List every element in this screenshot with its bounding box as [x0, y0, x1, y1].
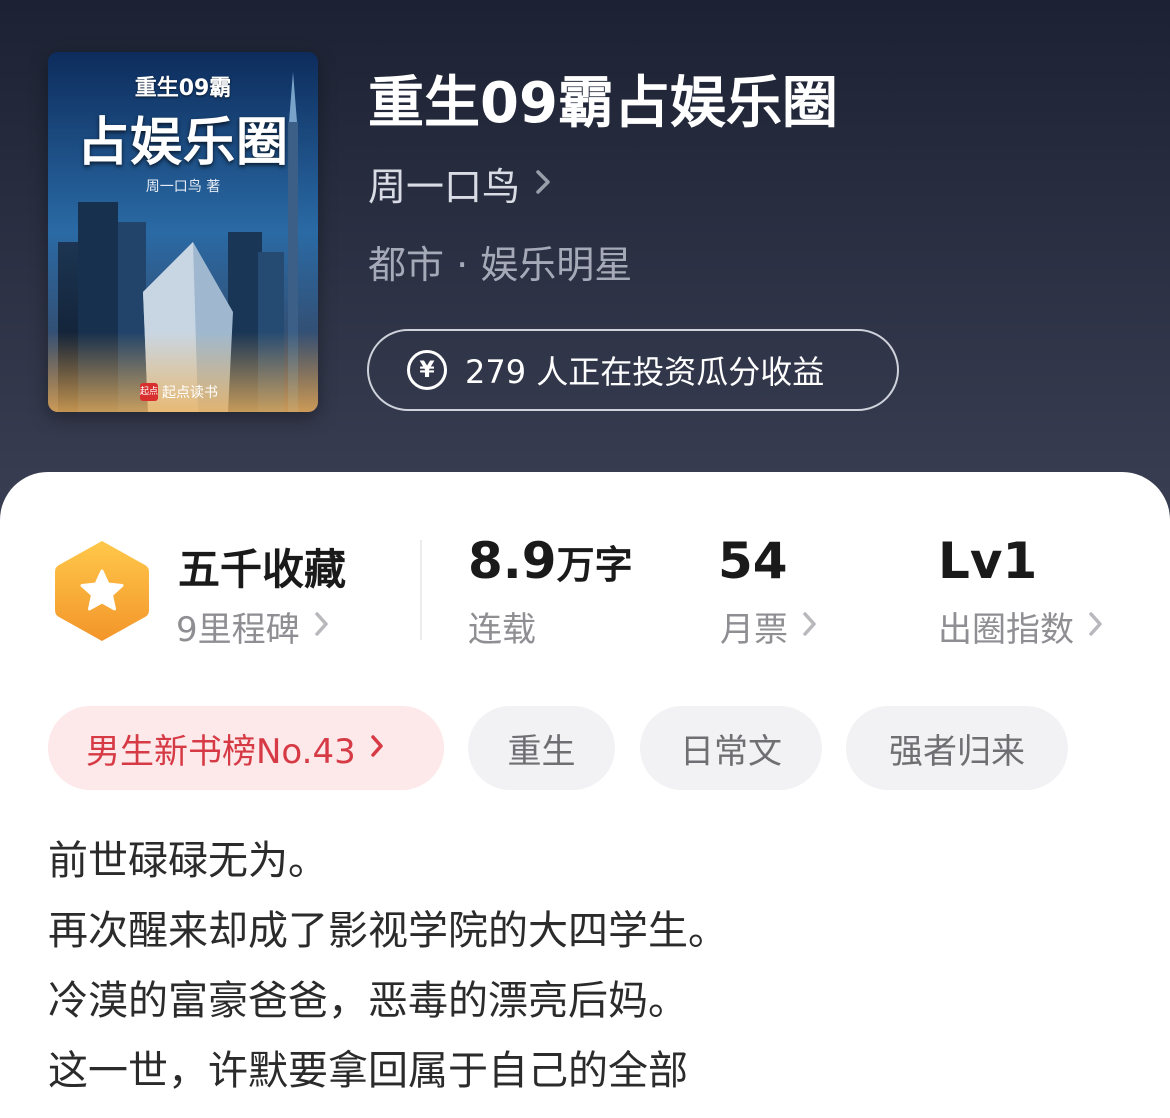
- tag-rank-label: 男生新书榜No.43: [86, 731, 356, 772]
- yen-circle-icon: ¥: [407, 350, 447, 390]
- tag-strong-return[interactable]: 强者归来: [846, 706, 1068, 790]
- publisher-name: 起点读书: [162, 385, 218, 401]
- cover-publisher: 起点 起点读书: [140, 382, 218, 402]
- chevron-right-icon: [370, 728, 384, 768]
- stat-wordcount-unit: 万字: [556, 543, 633, 587]
- stat-wordcount-value: 8.9: [468, 532, 557, 590]
- stat-monthly-ticket: 54: [718, 532, 788, 590]
- stat-collection-title: 五千收藏: [178, 545, 347, 594]
- stat-level-link[interactable]: 出圈指数: [938, 602, 1104, 651]
- author-link[interactable]: 周一口鸟: [368, 156, 552, 211]
- stat-monthly-ticket-label: 月票: [720, 610, 788, 650]
- star-hexagon-icon[interactable]: [52, 538, 152, 648]
- synopsis-line: 再次醒来却成了影视学院的大四学生。: [48, 908, 728, 954]
- book-synopsis[interactable]: 前世碌碌无为。 再次醒来却成了影视学院的大四学生。 冷漠的富豪爸爸，恶毒的漂亮后…: [48, 826, 1128, 1106]
- stat-level-value: Lv1: [938, 532, 1038, 590]
- synopsis-line: 冷漠的富豪爸爸，恶毒的漂亮后妈。: [48, 978, 688, 1024]
- stat-monthly-ticket-value: 54: [718, 532, 788, 590]
- author-name: 周一口鸟: [368, 165, 521, 209]
- stats-divider: [420, 540, 422, 640]
- tag-daily[interactable]: 日常文: [640, 706, 822, 790]
- tag-rebirth[interactable]: 重生: [468, 706, 615, 790]
- invest-text: 279 人正在投资瓜分收益: [465, 353, 825, 391]
- cover-small-title: 重生09霸: [134, 76, 232, 101]
- invest-button[interactable]: ¥ 279 人正在投资瓜分收益: [367, 329, 899, 411]
- stat-monthly-ticket-link[interactable]: 月票: [720, 602, 818, 651]
- stat-level: Lv1: [938, 532, 1037, 590]
- publisher-logo-icon: 起点: [140, 383, 158, 401]
- stat-milestone-link[interactable]: 9里程碑: [176, 602, 330, 651]
- stat-level-label: 出圈指数: [938, 610, 1074, 650]
- stat-wordcount: 8.9万字: [468, 532, 633, 590]
- synopsis-line: 这一世，许默要拿回属于自己的全部: [48, 1048, 688, 1094]
- chevron-right-icon: [802, 607, 818, 647]
- chevron-right-icon: [1088, 607, 1104, 647]
- book-title: 重生09霸占娱乐圈: [368, 71, 838, 136]
- tag-rank[interactable]: 男生新书榜No.43: [48, 706, 444, 790]
- book-genre: 都市 · 娱乐明星: [368, 243, 633, 287]
- book-cover[interactable]: 重生09霸 占娱乐圈 周一口鸟 著 起点 起点读书: [48, 52, 318, 412]
- stat-status-label: 连载: [468, 610, 536, 650]
- cover-big-title: 占娱乐圈: [76, 113, 289, 173]
- synopsis-line: 前世碌碌无为。: [48, 838, 328, 884]
- cover-author: 周一口鸟 著: [145, 179, 221, 195]
- chevron-right-icon: [314, 607, 330, 647]
- chevron-right-icon: [534, 162, 552, 206]
- stat-milestone-label: 9里程碑: [176, 610, 300, 650]
